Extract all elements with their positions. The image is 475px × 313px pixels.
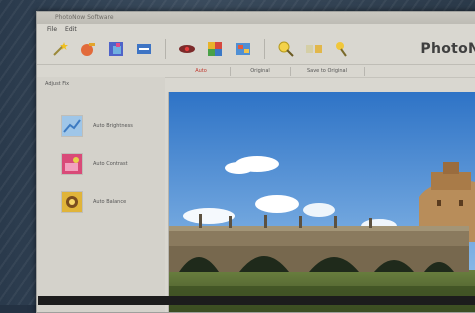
app-window: PhotoNow Software File Edit Photo Auto O…: [36, 11, 475, 313]
pin-icon: [336, 42, 347, 57]
balance-icon: [61, 191, 83, 213]
sidebar-item-auto-brightness[interactable]: Auto Brightness: [61, 115, 133, 137]
redeye-button[interactable]: [176, 38, 198, 60]
menu-bar: File Edit: [37, 24, 475, 34]
toolbar-separator: [264, 39, 265, 59]
sidebar-item-label: Auto Brightness: [93, 123, 133, 129]
status-strip: [38, 296, 475, 305]
collage-button[interactable]: [232, 38, 254, 60]
resize-button[interactable]: [133, 38, 155, 60]
brush-button[interactable]: [77, 38, 99, 60]
resize-icon: [137, 44, 151, 54]
sidebar-heading: Adjust Fix: [45, 81, 70, 87]
effects-icon: [208, 42, 222, 56]
sidebar-item-label: Auto Balance: [93, 199, 127, 205]
red-eye-icon: [179, 45, 195, 53]
menu-item-edit[interactable]: Edit: [65, 26, 77, 33]
toolbar-separator: [165, 39, 166, 59]
zoom-button[interactable]: [275, 38, 297, 60]
adjust-sidebar: Adjust Fix Auto Brightness Auto Contrast: [37, 77, 165, 312]
contrast-icon: [61, 153, 83, 175]
magic-wand-icon: [53, 42, 68, 56]
toolbar: PhotoNo: [37, 34, 475, 65]
compare-button[interactable]: [303, 38, 325, 60]
tab-save-to-original[interactable]: Save to Original: [290, 67, 365, 76]
brush-icon: [81, 43, 95, 56]
effects-button[interactable]: [204, 38, 226, 60]
sidebar-item-auto-contrast[interactable]: Auto Contrast: [61, 153, 128, 175]
crop-icon: [109, 42, 123, 56]
brightness-icon: [61, 115, 83, 137]
collage-icon: [236, 43, 250, 55]
menu-item-file[interactable]: File: [47, 26, 57, 33]
magnifier-icon: [278, 41, 294, 57]
photo-canvas[interactable]: [168, 92, 475, 312]
tab-auto[interactable]: Auto: [172, 67, 231, 76]
sidebar-item-auto-balance[interactable]: Auto Balance: [61, 191, 126, 213]
bridge-and-castle-photo: [169, 92, 475, 312]
pin-button[interactable]: [331, 38, 353, 60]
title-bar[interactable]: PhotoNow Software: [37, 12, 475, 24]
window-title: PhotoNow Software: [55, 14, 114, 21]
wand-button[interactable]: [49, 38, 71, 60]
tab-original[interactable]: Original: [230, 67, 291, 76]
brand-logo-text: PhotoNo: [420, 41, 475, 57]
crop-button[interactable]: [105, 38, 127, 60]
compare-icon: [306, 45, 322, 53]
sidebar-item-label: Auto Contrast: [93, 161, 128, 167]
